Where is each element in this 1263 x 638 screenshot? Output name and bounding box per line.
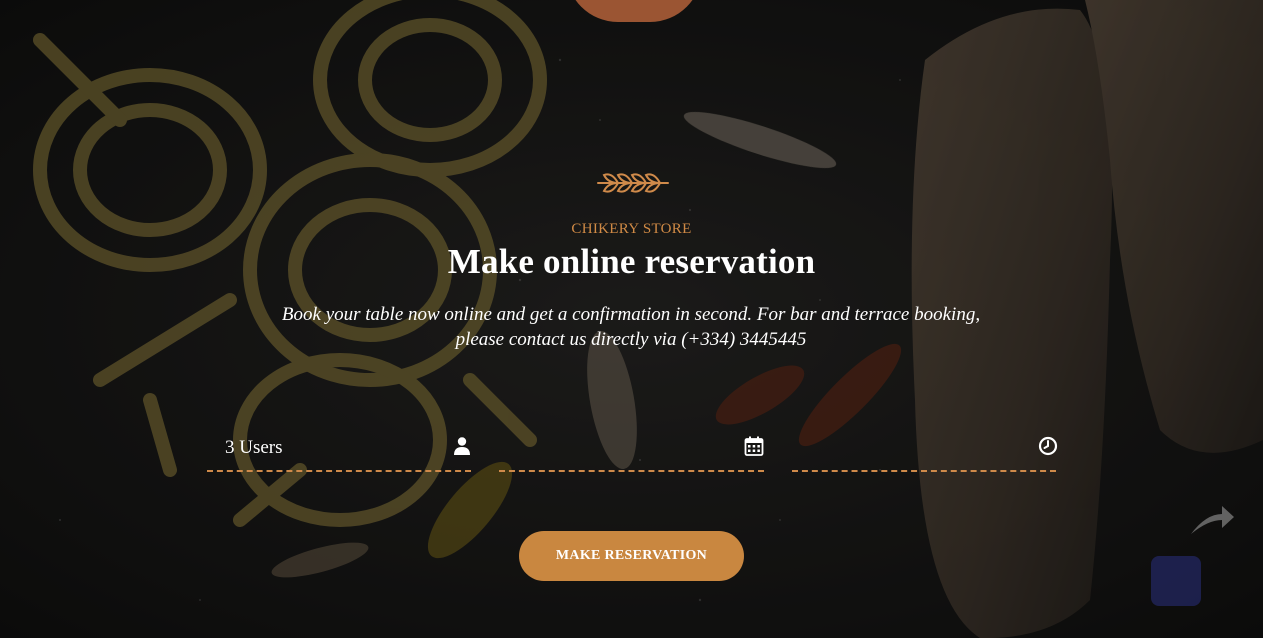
calendar-icon <box>744 436 764 456</box>
reservation-section: CHIKERY STORE Make online reservation Bo… <box>0 0 1263 638</box>
date-input[interactable] <box>517 434 717 462</box>
guests-input[interactable] <box>225 434 425 462</box>
section-eyebrow: CHIKERY STORE <box>571 221 692 237</box>
guests-field <box>207 430 471 472</box>
time-input[interactable] <box>810 434 1010 462</box>
page-title: Make online reservation <box>447 242 816 281</box>
clock-icon <box>1038 436 1058 456</box>
time-field <box>792 430 1058 472</box>
page-subtitle: Book your table now online and get a con… <box>281 304 981 350</box>
date-field <box>499 430 764 472</box>
wheat-icon <box>597 173 669 193</box>
chat-widget-button[interactable] <box>1151 556 1201 606</box>
share-arrow-icon[interactable] <box>1188 500 1236 540</box>
user-icon <box>454 437 470 455</box>
make-reservation-button[interactable]: MAKE RESERVATION <box>519 531 744 581</box>
